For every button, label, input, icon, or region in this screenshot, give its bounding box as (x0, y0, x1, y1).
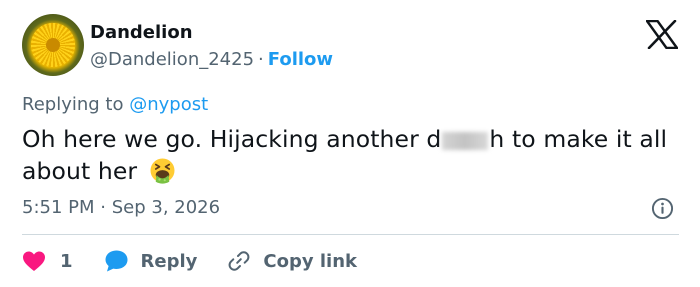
like-button[interactable]: 1 (22, 250, 73, 272)
author-name[interactable]: Dandelion (90, 22, 193, 43)
link-icon (228, 251, 250, 271)
timestamp-separator: · (100, 197, 106, 218)
like-count: 1 (60, 250, 73, 272)
tweet-timestamp[interactable]: 5:51 PM · Sep 3, 2026 (22, 197, 220, 218)
censored-word (442, 131, 489, 150)
author-handle-row: @Dandelion_2425 · Follow (90, 49, 333, 70)
dandelion-center (46, 38, 60, 52)
divider (22, 234, 679, 235)
face-vomiting-emoji-icon (150, 158, 175, 184)
heart-icon (23, 251, 45, 271)
x-logo-icon[interactable] (646, 20, 678, 49)
action-bar: 1 Reply Copy link (22, 247, 357, 275)
avatar[interactable] (22, 14, 84, 76)
copy-link-button[interactable]: Copy link (227, 249, 357, 273)
tweet-time: 5:51 PM (22, 197, 95, 218)
tweet-text-part-1: Oh here we go. Hijacking another d (22, 125, 442, 153)
follow-button[interactable]: Follow (268, 49, 333, 70)
info-icon[interactable] (651, 197, 674, 220)
copy-link-label: Copy link (263, 250, 357, 272)
tweet-text: Oh here we go. Hijacking another dh to m… (22, 123, 682, 187)
tweet-date: Sep 3, 2026 (111, 197, 221, 218)
replying-to-label: Replying to (22, 94, 124, 115)
reply-label: Reply (140, 250, 198, 272)
reply-bubble-icon (105, 250, 128, 272)
replying-to: Replying to @nypost (22, 94, 208, 115)
author-handle[interactable]: @Dandelion_2425 (90, 49, 254, 70)
reply-button[interactable]: Reply (104, 249, 198, 273)
mention-link[interactable]: @nypost (129, 94, 208, 115)
handle-separator: · (258, 49, 264, 70)
